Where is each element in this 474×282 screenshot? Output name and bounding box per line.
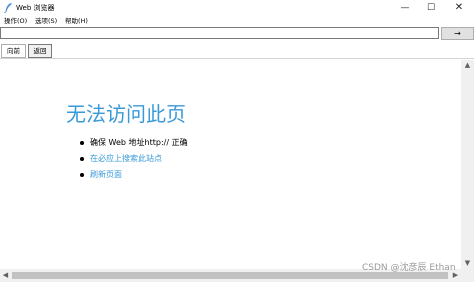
title-bar: Web 浏览器 — ☐ ✕: [0, 0, 474, 16]
tip-item: 确保 Web 地址http:// 正确: [80, 135, 188, 151]
menu-help[interactable]: 帮助(H): [65, 16, 88, 27]
browser-feather-icon: [4, 3, 13, 14]
go-button[interactable]: →: [441, 27, 474, 40]
error-heading: 无法访问此页: [66, 102, 186, 126]
page-content: 无法访问此页 确保 Web 地址http:// 正确 在必应上搜索此站点 刷新页…: [0, 60, 461, 269]
chevron-down-icon[interactable]: ▼: [461, 258, 474, 269]
tip-item: 刷新页面: [80, 167, 188, 183]
menu-options[interactable]: 选项(S): [35, 16, 57, 27]
tip-check-address: 确保 Web 地址http:// 正确: [90, 138, 188, 147]
menu-bar: 操作(O) 选项(S) 帮助(H): [0, 16, 474, 27]
menu-operation[interactable]: 操作(O): [4, 16, 27, 27]
close-button[interactable]: ✕: [446, 0, 472, 16]
refresh-page-link[interactable]: 刷新页面: [90, 170, 122, 179]
forward-button[interactable]: 向前: [1, 44, 26, 58]
scrollbar-corner: [461, 269, 474, 282]
window-title: Web 浏览器: [16, 4, 55, 12]
back-button[interactable]: 返回: [28, 44, 52, 58]
minimize-button[interactable]: —: [392, 0, 418, 16]
search-bing-link[interactable]: 在必应上搜索此站点: [90, 154, 162, 163]
address-input[interactable]: [0, 27, 439, 39]
watermark: CSDN @沈彦辰 Ethan: [362, 263, 456, 273]
maximize-button[interactable]: ☐: [418, 0, 444, 16]
chevron-left-icon[interactable]: ◀: [0, 269, 11, 282]
tips-list: 确保 Web 地址http:// 正确 在必应上搜索此站点 刷新页面: [80, 135, 188, 183]
navigation-bar: 向前 返回: [0, 42, 474, 59]
chevron-up-icon[interactable]: ▲: [461, 60, 474, 71]
browser-window: Web 浏览器 — ☐ ✕ 操作(O) 选项(S) 帮助(H) → 向前 返回 …: [0, 0, 474, 282]
tip-item: 在必应上搜索此站点: [80, 151, 188, 167]
vertical-scrollbar[interactable]: ▲ ▼: [461, 60, 474, 269]
